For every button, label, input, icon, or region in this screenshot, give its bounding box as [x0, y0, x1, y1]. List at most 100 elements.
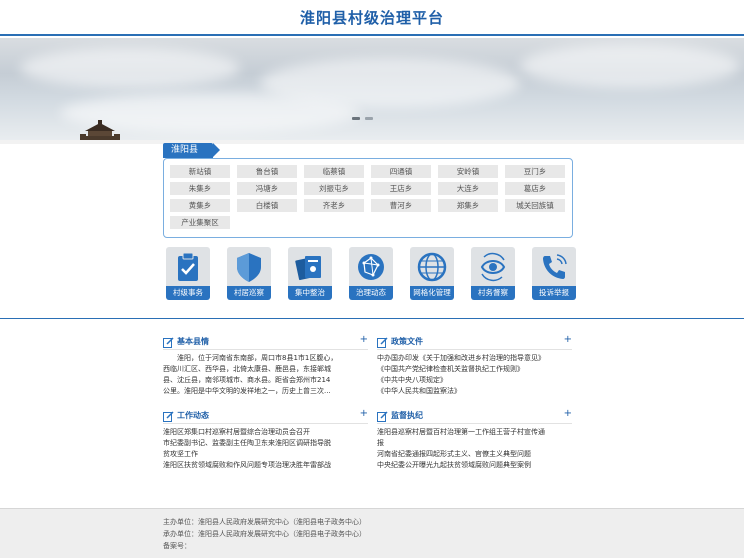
town-button[interactable]: 大连乡 — [438, 182, 498, 195]
shortcut-label: 村级事务 — [166, 286, 210, 300]
shortcut-village-affairs[interactable]: 村级事务 — [166, 247, 210, 300]
list-item[interactable]: 《中国共产党纪律检查机关监督执纪工作规则》 — [377, 364, 572, 375]
section-body: 淮阳，位于河南省东南部，周口市8县1市1区腹心， 西临川汇区、西华县，北倚太康县… — [163, 353, 368, 397]
section-title: 政策文件 — [391, 337, 423, 346]
town-button[interactable]: 齐老乡 — [304, 199, 364, 212]
section-header: 政策文件 + — [377, 334, 572, 350]
shortcut-label: 村务督察 — [471, 286, 515, 300]
shield-icon — [237, 253, 261, 282]
footer-icp: 备案号： — [163, 542, 191, 550]
shortcut-rectification[interactable]: 集中整治 — [288, 247, 332, 300]
banner-pager — [352, 117, 373, 120]
list-item[interactable]: 贫攻坚工作 — [163, 449, 368, 460]
list-item[interactable]: 《中共中央八项规定》 — [377, 375, 572, 386]
site-header: 淮阳县村级治理平台 — [0, 0, 744, 36]
shortcut-village-inspection[interactable]: 村居巡察 — [227, 247, 271, 300]
banner-dot[interactable] — [352, 117, 360, 120]
section-body: 淮阳区郑集口村巡察村居暨综合治理动员会召开 市纪委副书记、监委副主任陶卫东来淮阳… — [163, 427, 368, 471]
list-item[interactable]: 市纪委副书记、监委副主任陶卫东来淮阳区调研指导脱 — [163, 438, 368, 449]
banner-cloud — [20, 48, 240, 88]
section-title: 基本县情 — [177, 337, 209, 346]
more-plus-button[interactable]: + — [564, 334, 572, 346]
list-item[interactable]: 淮阳区扶贫领域腐败和作风问题专项治理决胜年雷部战 — [163, 460, 368, 471]
network-globe-icon — [358, 254, 384, 280]
more-plus-button[interactable]: + — [564, 408, 572, 420]
intro-text: 西临川汇区、西华县，北倚太康县、鹿邑县，东接郸城 — [163, 365, 331, 373]
list-item[interactable]: 中央纪委公开曝光九起扶贫领域腐败问题典型案例 — [377, 460, 572, 471]
list-item[interactable]: 《中华人民共和国监察法》 — [377, 386, 572, 397]
more-plus-button[interactable]: + — [360, 334, 368, 346]
town-button[interactable]: 临蔡镇 — [304, 165, 364, 178]
section-work-news: 工作动态 + 淮阳区郑集口村巡察村居暨综合治理动员会召开 市纪委副书记、监委副主… — [163, 408, 368, 471]
shortcut-label: 村居巡察 — [227, 286, 271, 300]
town-button[interactable]: 豆门乡 — [505, 165, 565, 178]
town-grid: 新站镇 鲁台镇 临蔡镇 四通镇 安岭镇 豆门乡 朱集乡 冯塘乡 刘振屯乡 王店乡… — [170, 165, 565, 229]
town-button[interactable]: 王店乡 — [371, 182, 431, 195]
banner-cloud — [520, 44, 740, 88]
list-item[interactable]: 河南省纪委通报四起形式主义、官僚主义典型问题 — [377, 449, 572, 460]
town-button[interactable]: 曹河乡 — [371, 199, 431, 212]
list-item[interactable]: 中办国办印发《关于加强和改进乡村治理的指导意见》 — [377, 353, 572, 364]
section-header: 基本县情 + — [163, 334, 368, 350]
shortcut-grid-management[interactable]: 网格化管理 — [410, 247, 454, 300]
section-title: 监督执纪 — [391, 411, 423, 420]
section-header: 监督执纪 + — [377, 408, 572, 424]
content-divider — [0, 318, 744, 319]
shortcut-label: 治理动态 — [349, 286, 393, 300]
section-header: 工作动态 + — [163, 408, 368, 424]
town-panel: 新站镇 鲁台镇 临蔡镇 四通镇 安岭镇 豆门乡 朱集乡 冯塘乡 刘振屯乡 王店乡… — [163, 158, 573, 238]
site-footer: 主办单位：淮阳县人民政府发展研究中心（淮阳县电子政务中心） 承办单位：淮阳县人民… — [0, 508, 744, 558]
shortcut-label: 投诉举报 — [532, 286, 576, 300]
list-item[interactable]: 报 — [377, 438, 572, 449]
intro-text: 淮阳，位于河南省东南部，周口市8县1市1区腹心， — [177, 354, 338, 362]
banner-dot[interactable] — [365, 117, 373, 120]
section-title: 工作动态 — [177, 411, 209, 420]
section-underline — [163, 423, 368, 424]
town-button[interactable]: 黄集乡 — [170, 199, 230, 212]
town-button[interactable]: 朱集乡 — [170, 182, 230, 195]
site-title: 淮阳县村级治理平台 — [299, 9, 444, 27]
region-tab[interactable]: 淮阳县 — [163, 143, 220, 158]
town-button[interactable]: 郑集乡 — [438, 199, 498, 212]
section-body: 中办国办印发《关于加强和改进乡村治理的指导意见》 《中国共产党纪律检查机关监督执… — [377, 353, 572, 397]
town-button[interactable]: 鲁台镇 — [237, 165, 297, 178]
town-button[interactable]: 城关回族镇 — [505, 199, 565, 212]
shortcut-village-supervision[interactable]: 村务督察 — [471, 247, 515, 300]
shortcut-label: 集中整治 — [288, 286, 332, 300]
town-button[interactable]: 新站镇 — [170, 165, 230, 178]
town-button[interactable]: 冯塘乡 — [237, 182, 297, 195]
shortcut-complaint-report[interactable]: 投诉举报 — [532, 247, 576, 300]
footer-host: 主办单位：淮阳县人民政府发展研究中心（淮阳县电子政务中心） — [163, 518, 366, 526]
section-underline — [377, 423, 572, 424]
phone-icon — [543, 254, 567, 279]
section-policy-docs: 政策文件 + 中办国办印发《关于加强和改进乡村治理的指导意见》 《中国共产党纪律… — [377, 334, 572, 397]
section-underline — [163, 349, 368, 350]
pavilion-icon — [80, 120, 120, 140]
town-button[interactable]: 产业集聚区 — [170, 216, 230, 229]
section-underline — [377, 349, 572, 350]
edit-icon — [377, 337, 388, 348]
edit-icon — [163, 411, 174, 422]
edit-icon — [163, 337, 174, 348]
more-plus-button[interactable]: + — [360, 408, 368, 420]
shortcut-bar: 村级事务 村居巡察 集中整治 治理动态 网格化管理 村务督察 投诉举报 — [166, 247, 576, 300]
cards-icon — [295, 256, 321, 281]
list-item[interactable]: 淮阳县巡察村居暨百村治理第一工作组王营子村宣传通 — [377, 427, 572, 438]
town-button[interactable]: 刘振屯乡 — [304, 182, 364, 195]
intro-text: 县、沈丘县，南邻项城市、商水县。距省会郑州市214 — [163, 376, 331, 384]
town-button[interactable]: 四通镇 — [371, 165, 431, 178]
shortcut-label: 网格化管理 — [410, 286, 454, 300]
shortcut-governance-news[interactable]: 治理动态 — [349, 247, 393, 300]
section-body: 淮阳县巡察村居暨百村治理第一工作组王营子村宣传通 报 河南省纪委通报四起形式主义… — [377, 427, 572, 471]
edit-icon — [377, 411, 388, 422]
eye-refresh-icon — [480, 252, 506, 282]
list-item[interactable]: 淮阳区郑集口村巡察村居暨综合治理动员会召开 — [163, 427, 368, 438]
section-supervision: 监督执纪 + 淮阳县巡察村居暨百村治理第一工作组王营子村宣传通 报 河南省纪委通… — [377, 408, 572, 471]
grid-globe-icon — [417, 252, 447, 282]
clipboard-check-icon — [178, 252, 198, 281]
footer-organizer: 承办单位：淮阳县人民政府发展研究中心（淮阳县电子政务中心） — [163, 530, 366, 538]
town-button[interactable]: 葛店乡 — [505, 182, 565, 195]
town-button[interactable]: 安岭镇 — [438, 165, 498, 178]
intro-text: 公里。淮阳是中华文明的发祥地之一，历史上曾三次... — [163, 387, 331, 395]
town-button[interactable]: 白楼镇 — [237, 199, 297, 212]
